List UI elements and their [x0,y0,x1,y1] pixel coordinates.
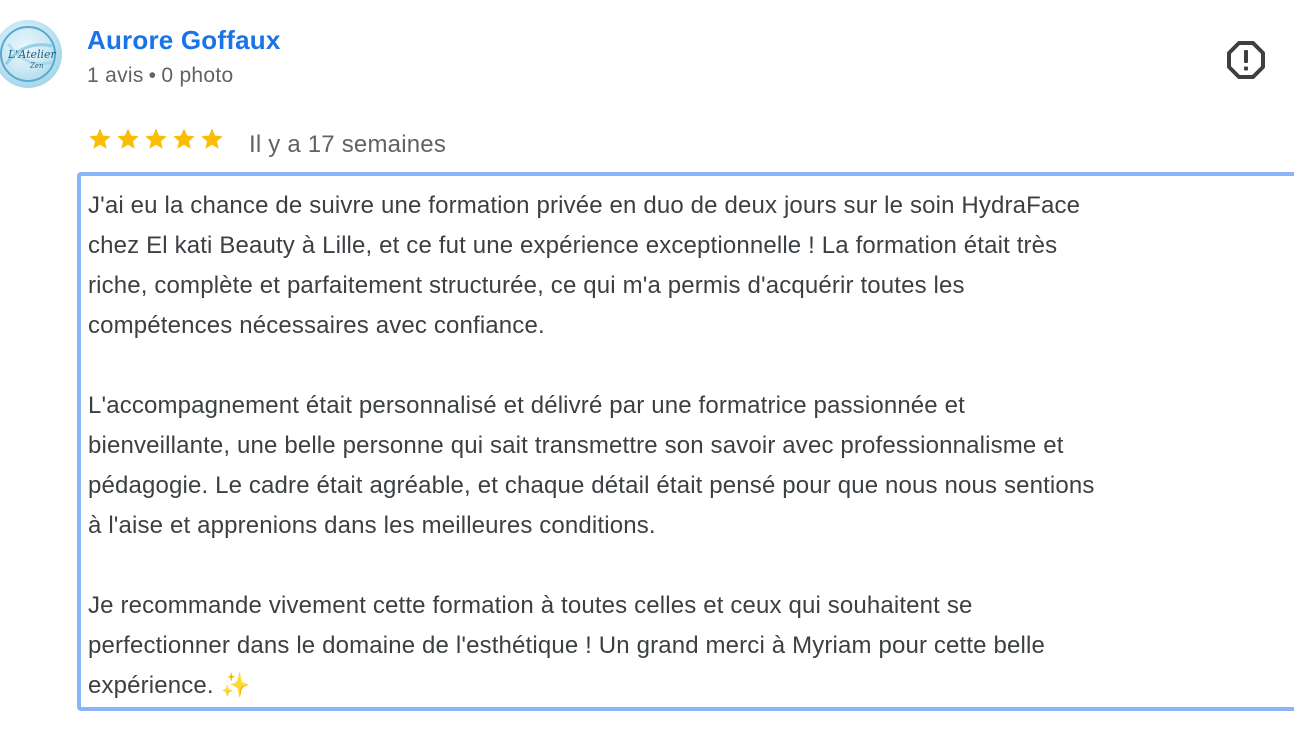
author-avatar[interactable]: L'Atelier Zen [0,20,62,88]
avatar-logo-icon: L'Atelier Zen [0,26,57,82]
star-rating [88,127,224,151]
svg-text:L'Atelier: L'Atelier [7,48,57,61]
review-paragraph-2: L'accompagnement était personnalisé et d… [88,392,1095,539]
star-icon [173,128,195,149]
report-button[interactable] [1224,38,1268,82]
star-icon [89,128,111,149]
review-count: 1 avis [87,64,144,87]
review-card: L'Atelier Zen Aurore Goffaux 1 avis • 0 ph… [0,0,1294,732]
star-icon [201,128,223,149]
author-meta: 1 avis • 0 photo [87,62,234,90]
star-icon [117,128,139,149]
author-name-link[interactable]: Aurore Goffaux [87,24,280,56]
review-paragraph-3: Je recommande vivement cette formation à… [88,592,1045,699]
report-flag-icon [1227,41,1265,79]
review-text: J'ai eu la chance de suivre une formatio… [88,186,1294,706]
review-date: Il y a 17 semaines [249,131,447,158]
meta-separator: • [148,64,157,87]
photo-count: 0 photo [161,64,234,87]
review-paragraph-1: J'ai eu la chance de suivre une formatio… [88,192,1081,339]
svg-text:Zen: Zen [29,62,44,70]
star-icon [145,128,167,149]
review-text-box[interactable]: J'ai eu la chance de suivre une formatio… [77,172,1294,711]
